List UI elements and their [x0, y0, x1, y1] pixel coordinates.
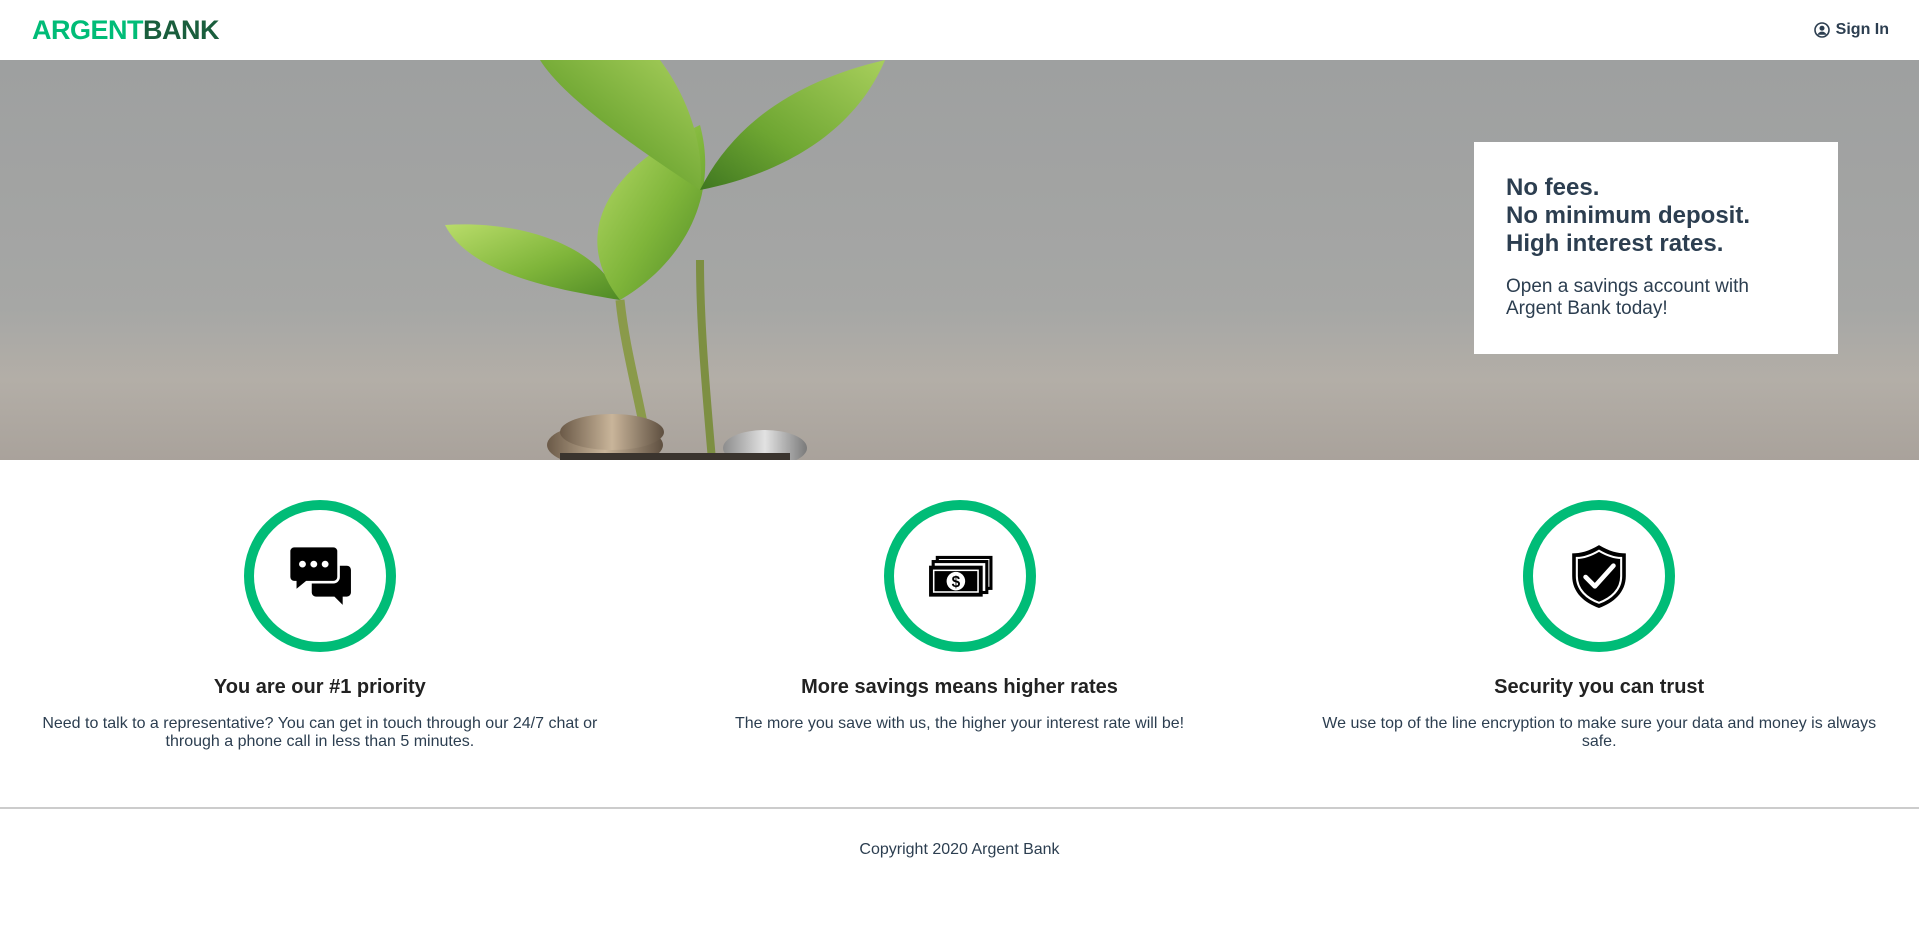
main-nav: ARGENT BANK Sign In — [0, 0, 1919, 60]
logo-text-bank: BANK — [143, 14, 220, 45]
hero-promo-card: No fees. No minimum deposit. High intere… — [1474, 142, 1838, 354]
feature-description: The more you save with us, the higher yo… — [734, 715, 1185, 732]
sign-in-link[interactable]: Sign In — [1813, 21, 1889, 39]
hero-subtitle-interest: High interest rates. — [1506, 230, 1724, 257]
hero-text: Open a savings account with Argent Bank … — [1506, 276, 1749, 319]
feature-item-security: Security you can trust We use top of the… — [1279, 500, 1919, 807]
feature-title: Security you can trust — [1494, 676, 1705, 698]
feature-description: We use top of the line encryption to mak… — [1322, 715, 1877, 750]
feature-icon-circle: $ — [883, 500, 1036, 652]
feature-item-priority: You are our #1 priority Need to talk to … — [0, 500, 640, 807]
feature-item-savings: $ More savings means higher rates The mo… — [640, 500, 1280, 807]
user-circle-icon — [1813, 22, 1830, 38]
footer-copyright: Copyright 2020 Argent Bank — [859, 841, 1060, 858]
logo-text-argent: ARGENT — [32, 14, 144, 45]
svg-text:$: $ — [951, 574, 960, 591]
money-icon: $ — [928, 555, 992, 597]
hero-subtitle-no-deposit: No minimum deposit. — [1506, 202, 1751, 229]
feature-title: You are our #1 priority — [213, 676, 426, 698]
hero-subtitle-no-fees: No fees. — [1506, 174, 1600, 201]
feature-icon-circle — [243, 500, 396, 652]
footer: Copyright 2020 Argent Bank — [0, 807, 1919, 942]
logo-link[interactable]: ARGENT BANK — [32, 14, 220, 46]
feature-description: Need to talk to a representative? You ca… — [42, 715, 598, 750]
feature-title: More savings means higher rates — [801, 676, 1118, 698]
security-shield-icon — [1572, 545, 1626, 608]
features-section: You are our #1 priority Need to talk to … — [0, 460, 1919, 807]
chat-icon — [287, 544, 351, 605]
hero-banner: No fees. No minimum deposit. High intere… — [0, 60, 1919, 460]
sign-in-label: Sign In — [1835, 21, 1889, 38]
feature-icon-circle — [1523, 500, 1676, 652]
